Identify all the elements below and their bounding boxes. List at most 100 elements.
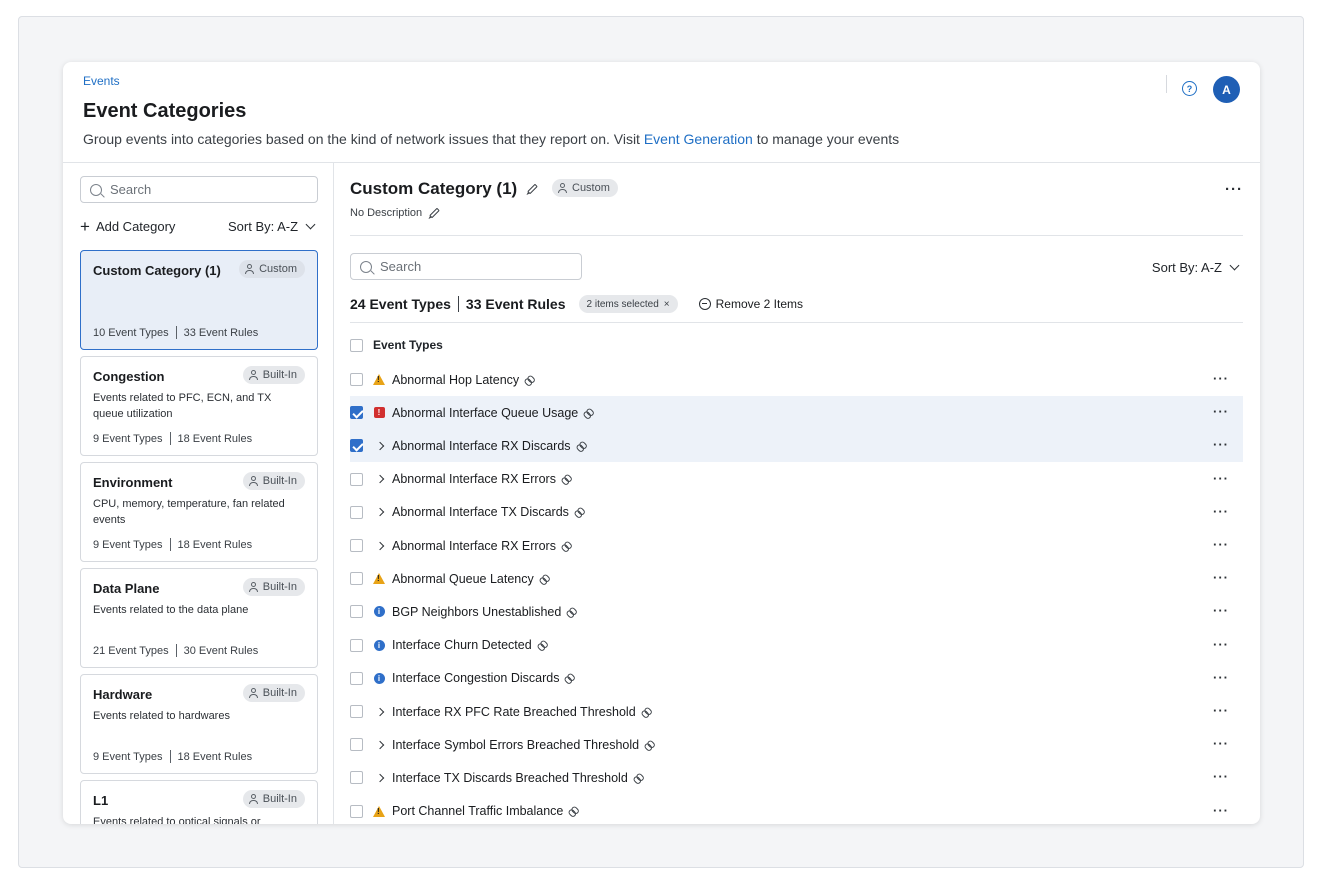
table-row[interactable]: Abnormal Interface RX Errors ···	[350, 529, 1243, 562]
category-card-l1[interactable]: L1 Built-In Events related to optical si…	[80, 780, 318, 824]
remove-items-button[interactable]: Remove 2 Items	[698, 297, 803, 311]
more-options-icon[interactable]: ···	[1213, 537, 1229, 552]
table-row[interactable]: Port Channel Traffic Imbalance ···	[350, 795, 1243, 824]
more-options-icon[interactable]: ···	[1213, 703, 1229, 718]
category-sort-dropdown[interactable]: Sort By: A-Z	[228, 219, 316, 234]
category-stats: 10 Event Types 33 Event Rules	[93, 326, 258, 339]
category-card-environment[interactable]: Environment Built-In CPU, memory, temper…	[80, 462, 318, 562]
row-checkbox[interactable]	[350, 738, 363, 752]
category-card-hardware[interactable]: Hardware Built-In Events related to hard…	[80, 674, 318, 774]
category-badge: Built-In	[242, 472, 305, 490]
selection-chip: 2 items selected ×	[578, 295, 678, 313]
more-options-icon[interactable]: ···	[1213, 637, 1229, 652]
table-row[interactable]: Abnormal Interface RX Errors ···	[350, 463, 1243, 496]
warning-icon	[373, 805, 385, 817]
more-options-icon[interactable]: ···	[1213, 603, 1229, 618]
more-options-icon[interactable]: ···	[1213, 736, 1229, 751]
more-options-icon[interactable]: ···	[1213, 570, 1229, 585]
event-sort-dropdown[interactable]: Sort By: A-Z	[1152, 260, 1240, 275]
link-icon[interactable]	[581, 406, 595, 420]
edit-description-pencil-icon[interactable]	[429, 207, 440, 219]
category-search[interactable]	[80, 176, 318, 203]
table-row[interactable]: Abnormal Interface RX Discards ···	[350, 429, 1243, 463]
link-icon[interactable]	[562, 671, 576, 685]
edit-title-pencil-icon[interactable]	[527, 183, 538, 195]
category-card-congestion[interactable]: Congestion Built-In Events related to PF…	[80, 356, 318, 456]
row-checkbox[interactable]	[350, 373, 363, 386]
table-row[interactable]: i BGP Neighbors Unestablished ···	[350, 595, 1243, 628]
row-checkbox[interactable]	[350, 505, 363, 519]
row-checkbox[interactable]	[350, 406, 363, 420]
event-types-count: 9 Event Types	[93, 432, 163, 445]
event-search-input[interactable]	[380, 259, 557, 274]
row-checkbox[interactable]	[350, 605, 363, 619]
link-icon[interactable]	[642, 738, 656, 752]
link-icon[interactable]	[559, 538, 573, 552]
chevron-right-icon[interactable]	[373, 473, 385, 485]
event-generation-link[interactable]: Event Generation	[644, 131, 753, 147]
event-rules-count: 18 Event Rules	[177, 432, 253, 445]
breadcrumb-events[interactable]: Events	[83, 74, 120, 88]
table-row[interactable]: Abnormal Hop Latency ···	[350, 363, 1243, 396]
table-row[interactable]: Abnormal Interface TX Discards ···	[350, 496, 1243, 529]
category-detail: Custom Category (1) Custom No Descriptio…	[334, 163, 1260, 824]
more-options-icon[interactable]: ···	[1213, 670, 1229, 685]
table-row[interactable]: Interface Symbol Errors Breached Thresho…	[350, 728, 1243, 761]
link-icon[interactable]	[559, 472, 573, 486]
clear-selection-icon[interactable]: ×	[664, 299, 670, 310]
row-checkbox[interactable]	[350, 705, 363, 718]
link-icon[interactable]	[573, 439, 587, 453]
more-options-icon[interactable]: ···	[1213, 471, 1229, 486]
row-checkbox[interactable]	[350, 472, 363, 486]
chevron-right-icon[interactable]	[373, 772, 385, 784]
more-options-icon[interactable]: ···	[1213, 504, 1229, 519]
row-checkbox[interactable]	[350, 439, 363, 453]
table-row[interactable]: ! Abnormal Interface Queue Usage ···	[350, 396, 1243, 430]
row-checkbox[interactable]	[350, 638, 363, 652]
remove-items-label: Remove 2 Items	[715, 297, 803, 311]
category-stats: 9 Event Types 18 Event Rules	[93, 750, 252, 763]
link-icon[interactable]	[564, 605, 578, 619]
category-card-custom[interactable]: Custom Category (1) Custom 10 Event Type…	[80, 250, 318, 350]
help-icon[interactable]: ?	[1182, 81, 1197, 96]
avatar[interactable]: A	[1213, 76, 1240, 103]
more-options-icon[interactable]: ···	[1213, 769, 1229, 784]
user-off-icon	[248, 794, 258, 804]
row-checkbox[interactable]	[350, 572, 363, 586]
table-row[interactable]: i Interface Congestion Discards ···	[350, 662, 1243, 695]
counts-divider	[457, 296, 459, 312]
chevron-right-icon[interactable]	[373, 440, 385, 452]
link-icon[interactable]	[566, 804, 580, 818]
more-options-icon[interactable]: ···	[1213, 371, 1229, 386]
category-type-badge: Custom	[552, 179, 618, 197]
link-icon[interactable]	[537, 572, 551, 586]
category-card-data-plane[interactable]: Data Plane Built-In Events related to th…	[80, 568, 318, 668]
row-checkbox[interactable]	[350, 671, 363, 685]
link-icon[interactable]	[522, 372, 536, 386]
table-row[interactable]: Abnormal Queue Latency ···	[350, 562, 1243, 595]
table-row[interactable]: Interface RX PFC Rate Breached Threshold…	[350, 695, 1243, 728]
table-row[interactable]: i Interface Churn Detected ···	[350, 629, 1243, 662]
user-off-icon	[248, 370, 258, 380]
chevron-right-icon[interactable]	[373, 540, 385, 552]
more-options-icon[interactable]: ···	[1225, 181, 1243, 198]
link-icon[interactable]	[639, 704, 653, 718]
link-icon[interactable]	[572, 505, 586, 519]
row-checkbox[interactable]	[350, 539, 363, 552]
chevron-right-icon[interactable]	[373, 506, 385, 518]
link-icon[interactable]	[631, 771, 645, 785]
row-checkbox[interactable]	[350, 804, 363, 818]
category-badge: Custom	[239, 260, 305, 278]
category-search-input[interactable]	[110, 182, 292, 197]
more-options-icon[interactable]: ···	[1213, 404, 1229, 419]
select-all-checkbox[interactable]	[350, 338, 363, 352]
event-search[interactable]	[350, 253, 582, 280]
chevron-right-icon[interactable]	[373, 706, 385, 718]
add-category-button[interactable]: + Add Category	[80, 218, 175, 235]
more-options-icon[interactable]: ···	[1213, 803, 1229, 818]
row-checkbox[interactable]	[350, 771, 363, 785]
more-options-icon[interactable]: ···	[1213, 437, 1229, 452]
link-icon[interactable]	[535, 638, 549, 652]
chevron-right-icon[interactable]	[373, 739, 385, 751]
table-row[interactable]: Interface TX Discards Breached Threshold…	[350, 761, 1243, 794]
